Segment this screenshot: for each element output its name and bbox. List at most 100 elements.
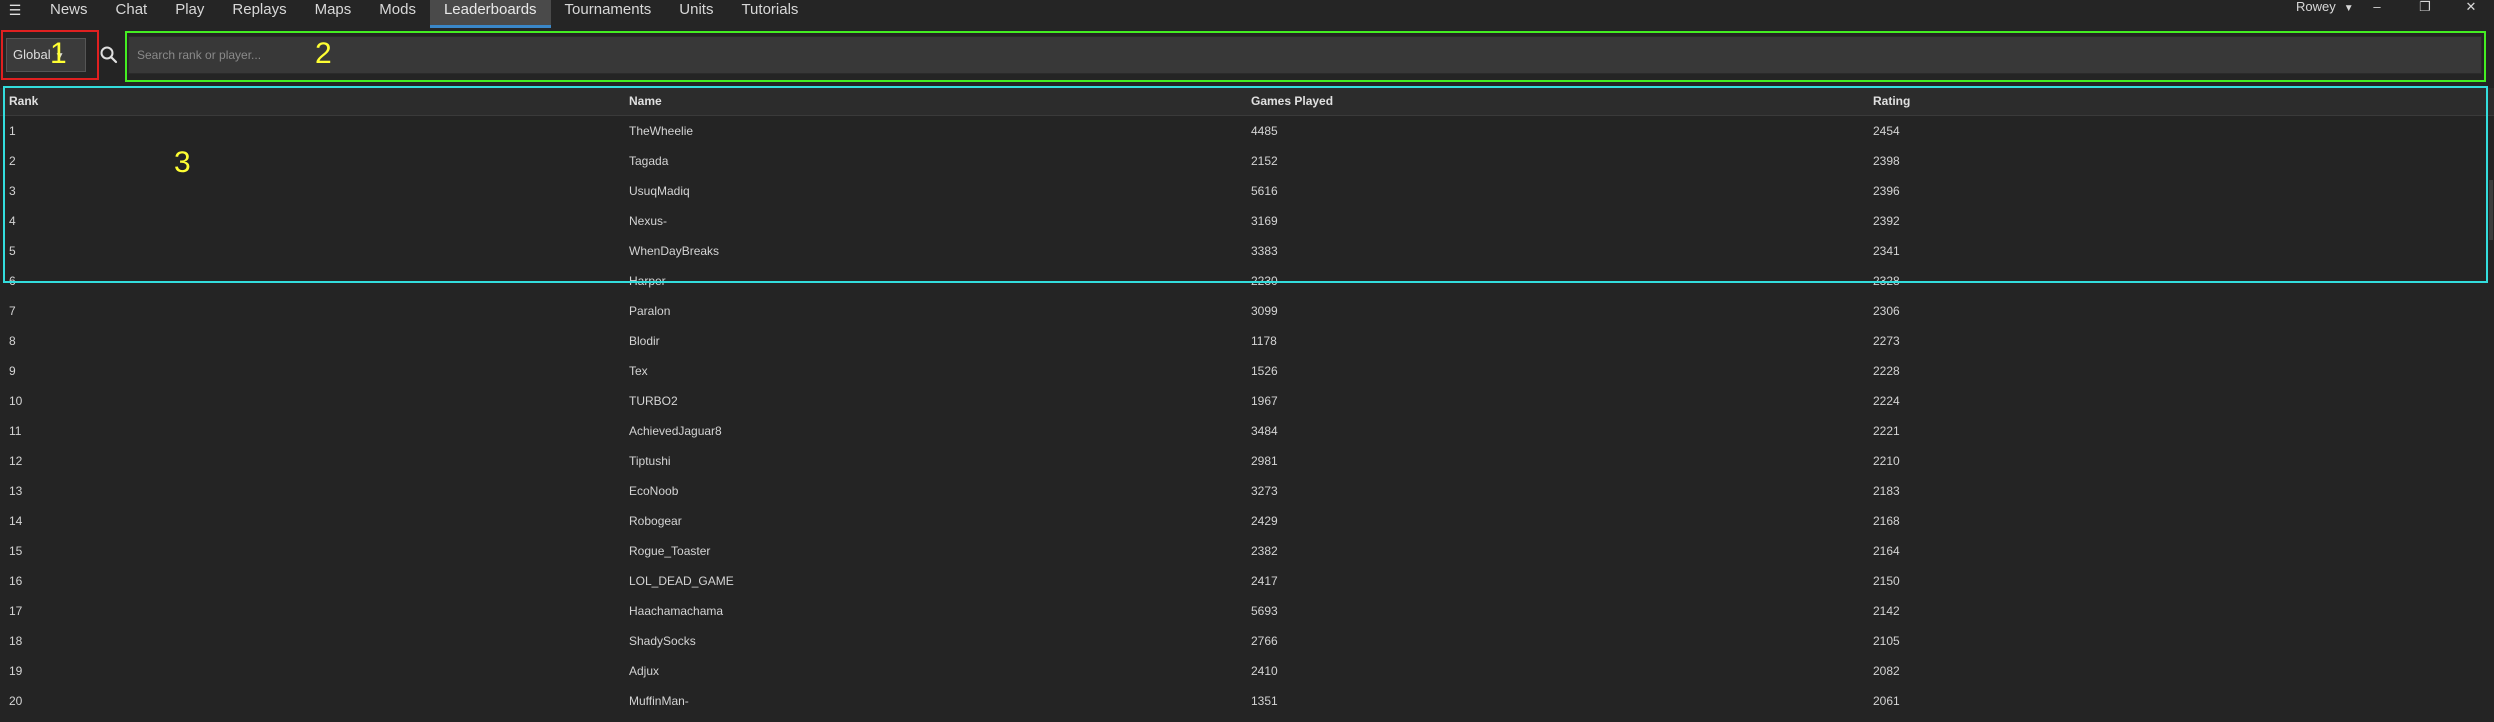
tab-tournaments[interactable]: Tournaments [551,0,666,28]
table-row[interactable]: 11 AchievedJaguar8 3484 2221 [0,416,2494,446]
cell-rating: 2398 [1873,154,1900,168]
cell-games-played: 1526 [1251,364,1278,378]
table-row[interactable]: 3 UsuqMadiq 5616 2396 [0,176,2494,206]
tab-units[interactable]: Units [665,0,727,28]
cell-rating: 2168 [1873,514,1900,528]
table-row[interactable]: 6 Harper 2230 2328 [0,266,2494,296]
cell-name: Blodir [629,334,660,348]
hamburger-icon[interactable]: ☰ [6,0,24,22]
cell-name: Paralon [629,304,671,318]
restore-button[interactable]: ❐ [2414,0,2436,16]
tab-chat[interactable]: Chat [102,0,162,28]
tab-play[interactable]: Play [161,0,218,28]
cell-rating: 2142 [1873,604,1900,618]
cell-rating: 2061 [1873,694,1900,708]
cell-name: Harper [629,274,666,288]
minimize-button[interactable]: – [2366,0,2388,16]
cell-games-played: 2382 [1251,544,1278,558]
cell-rank: 3 [9,184,16,198]
table-row[interactable]: 17 Haachamachama 5693 2142 [0,596,2494,626]
cell-rank: 13 [9,484,23,498]
cell-games-played: 3383 [1251,244,1278,258]
cell-rank: 20 [9,694,23,708]
table-row[interactable]: 20 MuffinMan- 1351 2061 [0,686,2494,716]
leaderboard-type-dropdown[interactable]: Global ▼ [6,38,86,72]
cell-name: EcoNoob [629,484,679,498]
tab-maps[interactable]: Maps [301,0,366,28]
dropdown-value: Global [13,47,51,62]
cell-rating: 2392 [1873,214,1900,228]
table-row[interactable]: 9 Tex 1526 2228 [0,356,2494,386]
cell-games-played: 4485 [1251,124,1278,138]
table-row[interactable]: 16 LOL_DEAD_GAME 2417 2150 [0,566,2494,596]
table-row[interactable]: 10 TURBO2 1967 2224 [0,386,2494,416]
cell-rating: 2454 [1873,124,1900,138]
cell-name: MuffinMan- [629,694,689,708]
cell-games-played: 5616 [1251,184,1278,198]
user-menu[interactable]: Rowey ▼ [2296,0,2354,16]
table-body: 1 TheWheelie 4485 2454 2 Tagada 2152 2398 3 UsuqM… [0,116,2494,716]
table-row[interactable]: 4 Nexus- 3169 2392 [0,206,2494,236]
table-row[interactable]: 15 Rogue_Toaster 2382 2164 [0,536,2494,566]
cell-games-played: 1351 [1251,694,1278,708]
cell-rating: 2273 [1873,334,1900,348]
table-row[interactable]: 14 Robogear 2429 2168 [0,506,2494,536]
cell-games-played: 3169 [1251,214,1278,228]
tab-replays[interactable]: Replays [218,0,300,28]
nav-tabs: News Chat Play Replays Maps Mods Leaderboards T… [36,0,812,28]
column-header-rank[interactable]: Rank [0,88,629,115]
cell-rating: 2396 [1873,184,1900,198]
table-row[interactable]: 8 Blodir 1178 2273 [0,326,2494,356]
tab-tutorials[interactable]: Tutorials [727,0,812,28]
tab-mods[interactable]: Mods [365,0,430,28]
cell-name: WhenDayBreaks [629,244,720,258]
cell-games-played: 2152 [1251,154,1278,168]
cell-rating: 2150 [1873,574,1900,588]
cell-games-played: 3484 [1251,424,1278,438]
table-row[interactable]: 13 EcoNoob 3273 2183 [0,476,2494,506]
cell-games-played: 3099 [1251,304,1278,318]
scrollbar-thumb[interactable] [2489,180,2493,240]
cell-name: Tagada [629,154,669,168]
column-header-games-played[interactable]: Games Played [1251,88,1873,115]
column-header-name[interactable]: Name [629,88,1251,115]
chevron-down-icon: ▼ [2343,3,2354,14]
search-input[interactable] [128,36,2482,74]
cell-name: AchievedJaguar8 [629,424,722,438]
cell-games-played: 2417 [1251,574,1278,588]
table-row[interactable]: 18 ShadySocks 2766 2105 [0,626,2494,656]
cell-rating: 2306 [1873,304,1900,318]
column-header-rating[interactable]: Rating [1873,88,2473,115]
cell-rank: 4 [9,214,16,228]
cell-name: LOL_DEAD_GAME [629,574,734,588]
cell-rank: 18 [9,634,23,648]
cell-rating: 2183 [1873,484,1900,498]
cell-rank: 9 [9,364,16,378]
table-row[interactable]: 1 TheWheelie 4485 2454 [0,116,2494,146]
search-icon[interactable] [98,44,120,66]
cell-name: Nexus- [629,214,668,228]
table-row[interactable]: 2 Tagada 2152 2398 [0,146,2494,176]
table-row[interactable]: 19 Adjux 2410 2082 [0,656,2494,686]
cell-rating: 2228 [1873,364,1900,378]
table-header: Rank Name Games Played Rating [0,88,2494,116]
cell-rank: 16 [9,574,23,588]
cell-games-played: 2981 [1251,454,1278,468]
close-button[interactable]: ✕ [2460,0,2482,16]
username: Rowey [2296,0,2336,14]
cell-name: Tiptushi [629,454,671,468]
cell-rank: 7 [9,304,16,318]
cell-rating: 2221 [1873,424,1900,438]
annotation-label-1: 1 [50,37,67,70]
table-row[interactable]: 12 Tiptushi 2981 2210 [0,446,2494,476]
tab-leaderboards[interactable]: Leaderboards [429,0,551,28]
cell-rating: 2105 [1873,634,1900,648]
table-row[interactable]: 5 WhenDayBreaks 3383 2341 [0,236,2494,266]
cell-name: TheWheelie [629,124,694,138]
tab-news[interactable]: News [36,0,102,28]
cell-name: ShadySocks [629,634,696,648]
cell-name: Robogear [629,514,682,528]
cell-rank: 15 [9,544,23,558]
table-row[interactable]: 7 Paralon 3099 2306 [0,296,2494,326]
cell-rank: 17 [9,604,23,618]
